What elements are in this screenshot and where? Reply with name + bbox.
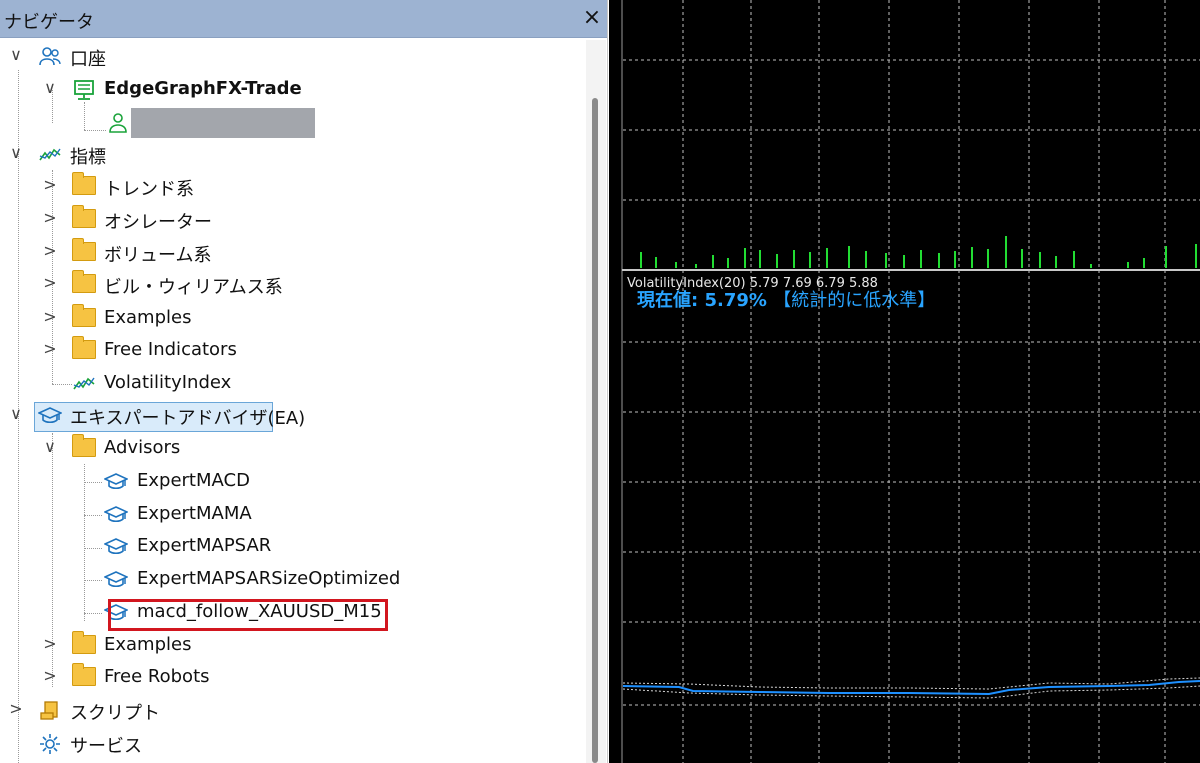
folder-icon	[72, 434, 96, 457]
tree-item-advisor[interactable]: ExpertMAPSARSizeOptimized	[0, 565, 460, 595]
tree-item-folder[interactable]: > Examples	[0, 631, 400, 661]
tree-item-folder[interactable]: > Free Robots	[0, 663, 400, 693]
chevron-right-icon[interactable]: >	[42, 243, 58, 259]
red-highlight-box	[108, 599, 388, 631]
tree-item-scripts[interactable]: > スクリプト	[0, 696, 300, 726]
tree-item-advisor[interactable]: ExpertMACD	[0, 467, 420, 497]
user-icon	[106, 112, 130, 134]
tree-item-services[interactable]: サービス	[0, 729, 300, 759]
graduation-cap-icon	[37, 405, 63, 427]
tree-item-label: VolatilityIndex	[104, 372, 232, 393]
chart-area[interactable]: VolatilityIndex(20) 5.79 7.69 6.79 5.88 …	[609, 0, 1200, 763]
chevron-down-icon[interactable]: ∨	[8, 47, 24, 63]
chevron-right-icon[interactable]: >	[8, 701, 24, 717]
tree-item-label: サービス	[70, 736, 142, 757]
chevron-right-icon[interactable]: >	[42, 210, 58, 226]
tree-item-advisor[interactable]: ExpertMAMA	[0, 500, 420, 530]
tree-item-label: オシレーター	[104, 212, 212, 233]
tree-item-folder[interactable]: ∨ Advisors	[0, 434, 400, 464]
close-icon[interactable]: ×	[580, 6, 604, 30]
tree-item-label: Examples	[104, 307, 192, 328]
tree-item-label: ボリューム系	[104, 245, 212, 266]
tree-item-advisor[interactable]: ExpertMAPSAR	[0, 532, 420, 562]
graduation-cap-icon	[103, 471, 129, 493]
tree-item-folder[interactable]: > オシレーター	[0, 205, 400, 235]
folder-icon	[72, 205, 96, 228]
tree-item-indicators[interactable]: ∨ 指標	[0, 140, 300, 170]
chevron-right-icon[interactable]: >	[42, 668, 58, 684]
tree-item-label: Free Robots	[104, 666, 210, 687]
chevron-down-icon[interactable]: ∨	[42, 80, 58, 96]
folder-icon	[72, 270, 96, 293]
chart-canvas	[621, 0, 1200, 763]
chevron-right-icon[interactable]: >	[42, 341, 58, 357]
tree-item-label: EdgeGraphFX-Trade	[104, 78, 302, 99]
folder-icon	[72, 304, 96, 327]
tree-item-folder[interactable]: > トレンド系	[0, 172, 400, 202]
tree-item-label: ExpertMAPSARSizeOptimized	[137, 568, 401, 589]
graduation-cap-icon	[103, 504, 129, 526]
graduation-cap-icon	[103, 569, 129, 591]
graduation-cap-icon	[103, 536, 129, 558]
tree-item-accounts[interactable]: ∨ 口座	[0, 42, 300, 72]
app-window: ナビゲータ × ∨ 口座 ∨ EdgeGraphFX-Trade ∨ 指標 > …	[0, 0, 1200, 763]
tree-item-server[interactable]: ∨ EdgeGraphFX-Trade	[0, 75, 320, 105]
tree-item-label: スクリプト	[70, 703, 160, 724]
chevron-right-icon[interactable]: >	[42, 275, 58, 291]
tree-item-label: 口座	[70, 49, 106, 70]
navigator-title: ナビゲータ	[4, 12, 94, 33]
chevron-right-icon[interactable]: >	[42, 177, 58, 193]
tree-item-folder[interactable]: > ボリューム系	[0, 238, 400, 268]
tree-item-indicator[interactable]: VolatilityIndex	[0, 369, 400, 399]
indicator-icon	[38, 144, 62, 166]
accounts-icon	[38, 46, 62, 68]
chevron-down-icon[interactable]: ∨	[8, 145, 24, 161]
chevron-down-icon[interactable]: ∨	[8, 406, 24, 422]
tree-item-label: ExpertMAPSAR	[137, 535, 272, 556]
tree-item-label: エキスパートアドバイザ(EA)	[70, 408, 306, 429]
current-value-text: 現在値: 5.79%	[637, 290, 767, 311]
tree-item-folder[interactable]: > Examples	[0, 304, 400, 334]
tree-item-label: Advisors	[104, 437, 181, 458]
gear-icon	[38, 733, 62, 755]
script-icon	[38, 700, 62, 722]
tree-item-folder[interactable]: > ビル・ウィリアムス系	[0, 270, 400, 300]
indicator-upper-band	[622, 677, 1200, 690]
chevron-right-icon[interactable]: >	[42, 309, 58, 325]
level-text: 【統計的に低水準】	[773, 290, 936, 311]
tree-item-expert-advisors[interactable]: ∨ エキスパートアドバイザ(EA)	[0, 401, 305, 432]
tree-item-label: ビル・ウィリアムス系	[104, 277, 283, 298]
tree-item-label: Examples	[104, 634, 192, 655]
tree-item-label: ExpertMACD	[137, 470, 250, 491]
scrollbar-thumb[interactable]	[592, 98, 598, 763]
volatility-index-line	[622, 680, 1200, 696]
tree-item-folder[interactable]: > Free Indicators	[0, 336, 400, 366]
tree-item-account-user[interactable]	[0, 108, 320, 138]
indicator-icon	[72, 373, 96, 395]
folder-icon	[72, 663, 96, 686]
server-icon	[72, 79, 96, 101]
tree-item-label: トレンド系	[104, 179, 194, 200]
folder-icon	[72, 238, 96, 261]
navigator-title-bar: ナビゲータ ×	[0, 0, 607, 38]
tree-item-label: Free Indicators	[104, 339, 237, 360]
redacted-account-number	[131, 108, 315, 138]
indicator-value: 現在値: 5.79% 【統計的に低水準】	[637, 286, 935, 312]
folder-icon	[72, 631, 96, 654]
tree-item-label: ExpertMAMA	[137, 503, 252, 524]
tree-item-label: 指標	[70, 147, 106, 168]
navigator-panel: ナビゲータ × ∨ 口座 ∨ EdgeGraphFX-Trade ∨ 指標 > …	[0, 0, 608, 763]
chevron-right-icon[interactable]: >	[42, 636, 58, 652]
folder-icon	[72, 172, 96, 195]
chevron-down-icon[interactable]: ∨	[42, 439, 58, 455]
folder-icon	[72, 336, 96, 359]
